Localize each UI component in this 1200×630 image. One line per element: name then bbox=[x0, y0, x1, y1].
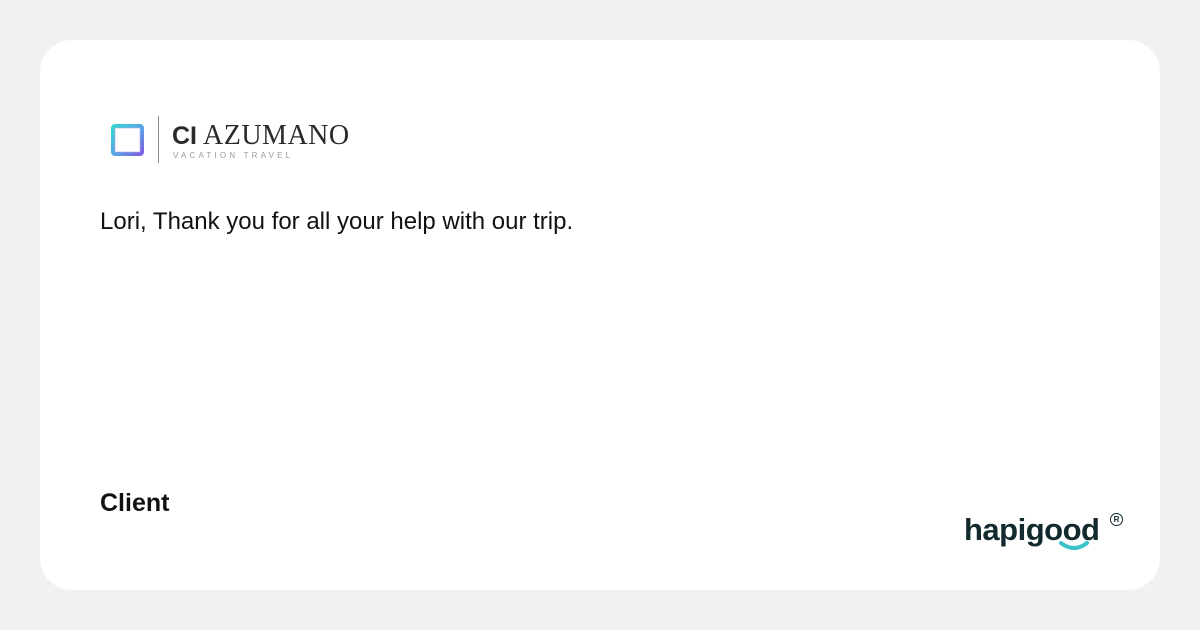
hapigood-logo: hapigood R bbox=[964, 510, 1124, 554]
square-frame-icon bbox=[111, 124, 144, 156]
logo-prefix: CI bbox=[172, 122, 197, 150]
testimonial-author: Client bbox=[100, 489, 170, 517]
logo-divider bbox=[158, 116, 159, 163]
testimonial-quote: Lori, Thank you for all your help with o… bbox=[100, 208, 574, 235]
registered-mark: R bbox=[1110, 513, 1123, 526]
smile-icon bbox=[1059, 541, 1089, 550]
company-logo: CI AZUMANO VACATION TRAVEL bbox=[110, 114, 370, 166]
logo-name: AZUMANO bbox=[203, 120, 350, 151]
logo-wordmark: CI AZUMANO bbox=[172, 120, 350, 152]
testimonial-card: CI AZUMANO VACATION TRAVEL Lori, Thank yo… bbox=[40, 40, 1160, 590]
logo-tagline: VACATION TRAVEL bbox=[173, 151, 294, 160]
